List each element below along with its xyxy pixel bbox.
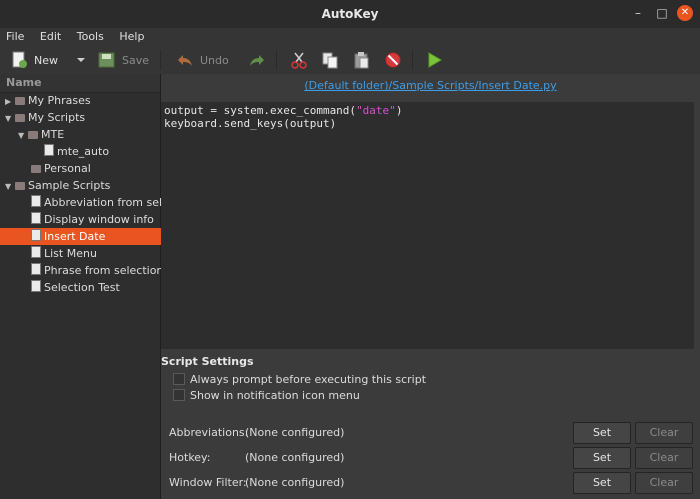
disable-button[interactable] — [384, 50, 402, 70]
tree-item-label: Phrase from selection — [44, 264, 164, 277]
tree-item-label: My Phrases — [28, 94, 91, 107]
toolbar-divider — [276, 50, 277, 70]
tree-column-header[interactable]: Name — [0, 74, 160, 93]
play-icon — [428, 52, 442, 68]
script-file-icon — [31, 280, 41, 292]
tree-item-label: mte_auto — [57, 145, 110, 158]
hotkey-label: Hotkey: — [169, 451, 211, 464]
window-filter-clear-button[interactable]: Clear — [635, 472, 693, 494]
cut-button[interactable] — [290, 50, 308, 70]
script-file-icon — [31, 263, 41, 275]
tree-item-label: Insert Date — [44, 230, 106, 243]
abbreviations-value: (None configured) — [245, 426, 345, 439]
abbreviations-set-button[interactable]: Set — [573, 422, 631, 444]
redo-button[interactable] — [248, 50, 266, 70]
script-file-icon — [31, 246, 41, 258]
script-editor-panel: (Default folder)/Sample Scripts/Insert D… — [161, 74, 700, 499]
save-button[interactable]: Save — [98, 50, 149, 70]
toolbar: New Save Undo — [0, 46, 700, 75]
abbreviations-clear-button[interactable]: Clear — [635, 422, 693, 444]
script-file-icon — [31, 195, 41, 207]
always-prompt-label: Always prompt before executing this scri… — [190, 372, 427, 386]
new-label: New — [34, 53, 58, 67]
tree-item-label: Selection Test — [44, 281, 120, 294]
folder-icon — [15, 114, 25, 122]
run-button[interactable] — [425, 50, 443, 70]
folder-icon — [15, 97, 25, 105]
copy-button[interactable] — [321, 50, 339, 70]
window-filter-label: Window Filter: — [169, 476, 247, 489]
sidebar-tree: Name ▶ My Phrases ▼ My Scripts ▼ MTE mte_au… — [0, 74, 191, 499]
menu-file[interactable]: File — [0, 28, 30, 43]
code-editor[interactable]: output = system.exec_command("date") key… — [161, 102, 694, 349]
checkbox-box[interactable] — [173, 373, 185, 385]
folder-icon — [15, 182, 25, 190]
expand-arrow-icon[interactable]: ▶ — [5, 93, 15, 109]
code-line-2: keyboard.send_keys(output) — [164, 117, 337, 130]
undo-button[interactable]: Undo — [176, 50, 229, 70]
chevron-down-icon — [77, 58, 85, 62]
checkbox-box[interactable] — [173, 389, 185, 401]
script-settings-heading: Script Settings — [161, 355, 254, 368]
notification-menu-checkbox[interactable]: Show in notification icon menu — [173, 388, 360, 402]
toolbar-divider — [412, 50, 413, 70]
hotkey-value: (None configured) — [245, 451, 345, 464]
script-file-icon — [31, 212, 41, 224]
tree-item-label: Personal — [44, 162, 91, 175]
hotkey-clear-button[interactable]: Clear — [635, 447, 693, 469]
menu-tools[interactable]: Tools — [71, 28, 110, 43]
tree-item-label: My Scripts — [28, 111, 86, 124]
hotkey-set-button[interactable]: Set — [573, 447, 631, 469]
folder-icon — [28, 131, 38, 139]
prohibited-icon — [385, 52, 401, 68]
script-file-icon — [44, 144, 54, 156]
script-path: (Default folder)/Sample Scripts/Insert D… — [161, 79, 700, 92]
folder-icon — [31, 165, 41, 173]
toolbar-divider — [160, 50, 161, 70]
tree-item-my-scripts[interactable]: ▼ My Scripts — [0, 109, 165, 126]
window-filter-set-button[interactable]: Set — [573, 472, 631, 494]
new-dropdown-button[interactable] — [76, 50, 86, 70]
window-filter-value: (None configured) — [245, 476, 345, 489]
undo-arrow-icon — [178, 55, 192, 66]
new-button[interactable]: New — [10, 50, 58, 70]
save-icon — [98, 52, 115, 68]
script-file-icon — [31, 229, 41, 241]
tree-item-label: MTE — [41, 128, 65, 141]
script-path-link[interactable]: (Default folder)/Sample Scripts/Insert D… — [304, 79, 556, 92]
tree-item-label: Display window info — [44, 213, 154, 226]
redo-arrow-icon — [250, 55, 264, 66]
window-title: AutoKey — [321, 7, 379, 21]
tree-item-my-phrases[interactable]: ▶ My Phrases — [0, 92, 165, 109]
collapse-arrow-icon[interactable]: ▼ — [5, 178, 15, 194]
collapse-arrow-icon[interactable]: ▼ — [5, 110, 15, 126]
menu-help[interactable]: Help — [113, 28, 150, 43]
copy-icon — [322, 52, 338, 69]
tree-item-sample-scripts[interactable]: ▼ Sample Scripts — [0, 177, 165, 194]
notification-menu-label: Show in notification icon menu — [190, 388, 360, 402]
always-prompt-checkbox[interactable]: Always prompt before executing this scri… — [173, 372, 426, 386]
save-label: Save — [122, 53, 150, 67]
menu-bar: File Edit Tools Help — [0, 28, 700, 46]
code-text: ) — [395, 104, 403, 117]
paste-button[interactable] — [352, 50, 370, 70]
close-icon[interactable]: ✕ — [677, 5, 693, 21]
code-text: output = system.exec_command( — [164, 104, 357, 117]
code-line-1: output = system.exec_command("date") — [164, 104, 691, 117]
new-document-icon — [12, 51, 27, 68]
scissors-icon — [291, 52, 307, 69]
title-bar: AutoKey – □ ✕ — [0, 0, 700, 29]
menu-edit[interactable]: Edit — [34, 28, 67, 43]
maximize-icon[interactable]: □ — [654, 5, 670, 21]
paste-icon — [354, 52, 369, 69]
tree-item-mte[interactable]: ▼ MTE — [0, 126, 178, 143]
code-string: "date" — [356, 104, 396, 117]
collapse-arrow-icon[interactable]: ▼ — [18, 127, 28, 143]
minimize-icon[interactable]: – — [630, 5, 646, 21]
tree-item-label: Sample Scripts — [28, 179, 111, 192]
abbreviations-label: Abbreviations: — [169, 426, 249, 439]
tree-item-label: List Menu — [44, 247, 97, 260]
undo-label: Undo — [200, 53, 229, 67]
